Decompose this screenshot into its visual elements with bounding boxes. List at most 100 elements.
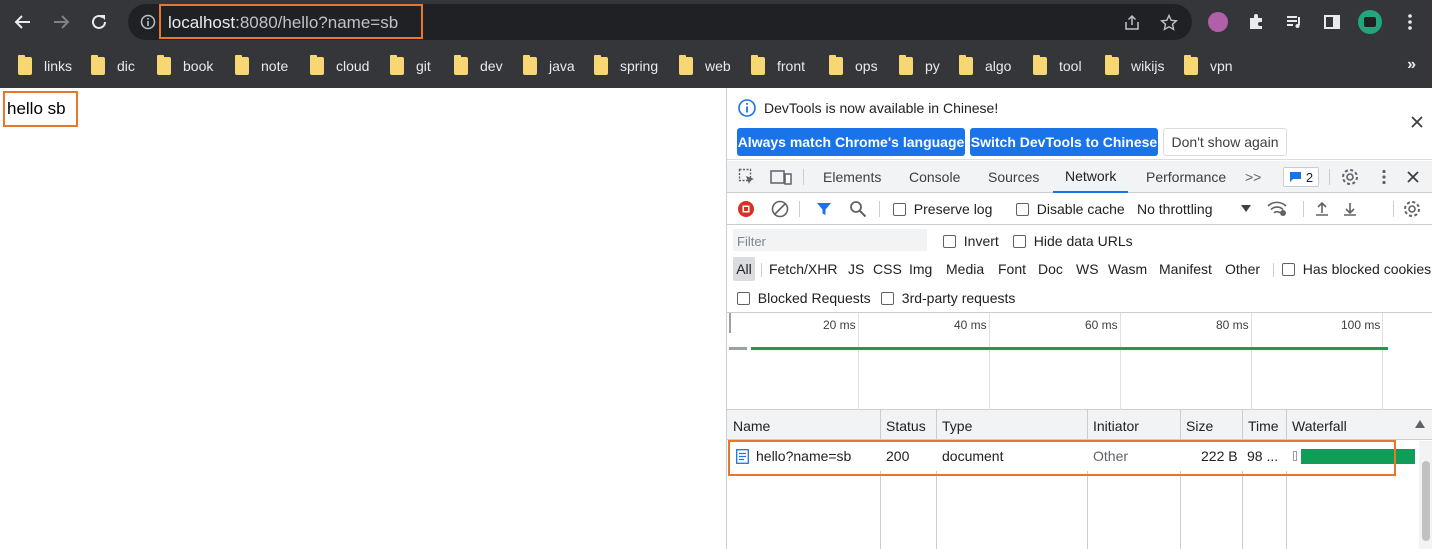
- column-header-status[interactable]: Status: [886, 418, 926, 434]
- disable-cache-checkbox[interactable]: Disable cache: [1016, 201, 1125, 217]
- bookmark-folder[interactable]: note: [235, 55, 288, 77]
- invert-checkbox[interactable]: Invert: [943, 233, 999, 249]
- has-blocked-cookies-checkbox[interactable]: Has blocked cookies: [1282, 261, 1431, 277]
- export-har-button[interactable]: [1339, 199, 1361, 219]
- column-divider[interactable]: [1180, 410, 1181, 549]
- inspect-element-button[interactable]: [737, 168, 757, 186]
- tab-sources[interactable]: Sources: [988, 161, 1039, 193]
- clear-button[interactable]: [769, 199, 791, 219]
- column-header-initiator[interactable]: Initiator: [1093, 418, 1139, 434]
- type-filter-ws[interactable]: WS: [1076, 261, 1099, 277]
- bookmark-folder[interactable]: cloud: [310, 55, 369, 77]
- reading-list-button[interactable]: [1282, 10, 1306, 34]
- tab-performance[interactable]: Performance: [1146, 161, 1226, 193]
- column-divider[interactable]: [936, 410, 937, 549]
- back-button[interactable]: [8, 7, 38, 37]
- bookmark-folder[interactable]: web: [679, 55, 731, 77]
- bookmark-folder[interactable]: book: [157, 55, 213, 77]
- bookmark-folder[interactable]: vpn: [1184, 55, 1233, 77]
- tab-elements[interactable]: Elements: [823, 161, 881, 193]
- type-filter-all[interactable]: All: [733, 257, 755, 281]
- type-filter-fetch-xhr[interactable]: Fetch/XHR: [769, 261, 837, 277]
- type-filter-other[interactable]: Other: [1225, 261, 1260, 277]
- close-icon[interactable]: [1409, 114, 1425, 130]
- queue-music-icon: [1287, 16, 1300, 28]
- column-divider[interactable]: [880, 410, 881, 549]
- import-har-button[interactable]: [1311, 199, 1333, 219]
- column-header-type[interactable]: Type: [942, 418, 972, 434]
- network-settings-button[interactable]: [1401, 199, 1423, 219]
- always-match-language-button[interactable]: Always match Chrome's language: [737, 128, 965, 156]
- bookmark-folder[interactable]: tool: [1033, 55, 1082, 77]
- close-devtools-button[interactable]: [1403, 168, 1423, 186]
- throttling-dropdown-button[interactable]: [1235, 199, 1257, 219]
- type-filter-img[interactable]: Img: [909, 261, 932, 277]
- share-button[interactable]: [1122, 13, 1142, 33]
- bookmark-folder[interactable]: links: [18, 55, 72, 77]
- column-header-time[interactable]: Time: [1248, 418, 1279, 434]
- bookmark-folder[interactable]: dev: [454, 55, 503, 77]
- language-banner: DevTools is now available in Chinese! Al…: [727, 88, 1432, 160]
- issues-badge[interactable]: 2: [1283, 167, 1319, 187]
- type-filter-media[interactable]: Media: [946, 261, 984, 277]
- search-button[interactable]: [847, 199, 869, 219]
- grid-line: [1382, 313, 1383, 410]
- type-filter-doc[interactable]: Doc: [1038, 261, 1063, 277]
- blocked-requests-checkbox[interactable]: Blocked Requests: [737, 290, 871, 306]
- devtools-settings-button[interactable]: [1340, 168, 1360, 186]
- record-button[interactable]: [735, 199, 757, 219]
- address-bar[interactable]: localhost:8080/hello?name=sb: [128, 4, 1192, 40]
- type-filter-manifest[interactable]: Manifest: [1159, 261, 1212, 277]
- reload-button[interactable]: [84, 7, 114, 37]
- filter-input[interactable]: Filter: [733, 229, 927, 251]
- bookmark-star-button[interactable]: [1159, 13, 1179, 33]
- hide-data-urls-checkbox[interactable]: Hide data URLs: [1013, 233, 1133, 249]
- third-party-checkbox[interactable]: 3rd-party requests: [881, 290, 1015, 306]
- bookmark-folder[interactable]: wikijs: [1105, 55, 1164, 77]
- type-filter-css[interactable]: CSS: [873, 261, 902, 277]
- switch-to-chinese-button[interactable]: Switch DevTools to Chinese: [970, 128, 1158, 156]
- tab-network[interactable]: Network: [1053, 161, 1129, 193]
- type-filter-wasm[interactable]: Wasm: [1108, 261, 1147, 277]
- bookmark-folder[interactable]: spring: [594, 55, 658, 77]
- throttling-select[interactable]: No throttling: [1137, 201, 1212, 217]
- column-header-name[interactable]: Name: [733, 418, 770, 434]
- column-header-size[interactable]: Size: [1186, 418, 1213, 434]
- scrollbar[interactable]: [1419, 441, 1432, 549]
- bookmark-folder[interactable]: git: [390, 55, 431, 77]
- overview-handle[interactable]: [729, 313, 731, 333]
- bookmark-folder[interactable]: py: [899, 55, 940, 77]
- chrome-menu-button[interactable]: [1398, 10, 1422, 34]
- info-icon[interactable]: [140, 14, 156, 30]
- bookmarks-overflow-button[interactable]: »: [1407, 56, 1416, 74]
- bookmark-folder[interactable]: java: [523, 55, 575, 77]
- column-divider[interactable]: [1087, 410, 1088, 549]
- type-filter-js[interactable]: JS: [848, 261, 864, 277]
- bookmark-folder[interactable]: algo: [959, 55, 1011, 77]
- devtools-menu-button[interactable]: [1374, 168, 1394, 186]
- forward-button[interactable]: [46, 7, 76, 37]
- column-header-waterfall[interactable]: Waterfall: [1292, 418, 1347, 434]
- scrollbar-thumb[interactable]: [1422, 461, 1430, 541]
- sort-ascending-icon[interactable]: [1415, 420, 1425, 428]
- profile-button[interactable]: [1358, 10, 1382, 34]
- tab-console[interactable]: Console: [909, 161, 960, 193]
- type-filter-font[interactable]: Font: [998, 261, 1026, 277]
- url-text[interactable]: localhost:8080/hello?name=sb: [168, 13, 398, 33]
- filter-toggle-button[interactable]: [813, 199, 835, 219]
- preserve-log-checkbox[interactable]: Preserve log: [893, 201, 992, 217]
- device-toolbar-button[interactable]: [769, 168, 793, 186]
- network-conditions-button[interactable]: [1267, 199, 1289, 219]
- bookmark-folder[interactable]: front: [751, 55, 805, 77]
- more-tabs-button[interactable]: >>: [1245, 161, 1261, 193]
- extension-avatar-button[interactable]: [1206, 10, 1230, 34]
- column-divider[interactable]: [1286, 410, 1287, 549]
- side-panel-button[interactable]: [1320, 10, 1344, 34]
- network-overview[interactable]: 20 ms 40 ms 60 ms 80 ms 100 ms: [727, 313, 1432, 410]
- column-divider[interactable]: [1242, 410, 1243, 549]
- bookmark-folder[interactable]: dic: [91, 55, 135, 77]
- dont-show-again-button[interactable]: Don't show again: [1163, 128, 1287, 156]
- bookmark-folder[interactable]: ops: [829, 55, 878, 77]
- extensions-button[interactable]: [1244, 10, 1268, 34]
- request-table: Name Status Type Initiator Size Time Wat…: [727, 410, 1432, 549]
